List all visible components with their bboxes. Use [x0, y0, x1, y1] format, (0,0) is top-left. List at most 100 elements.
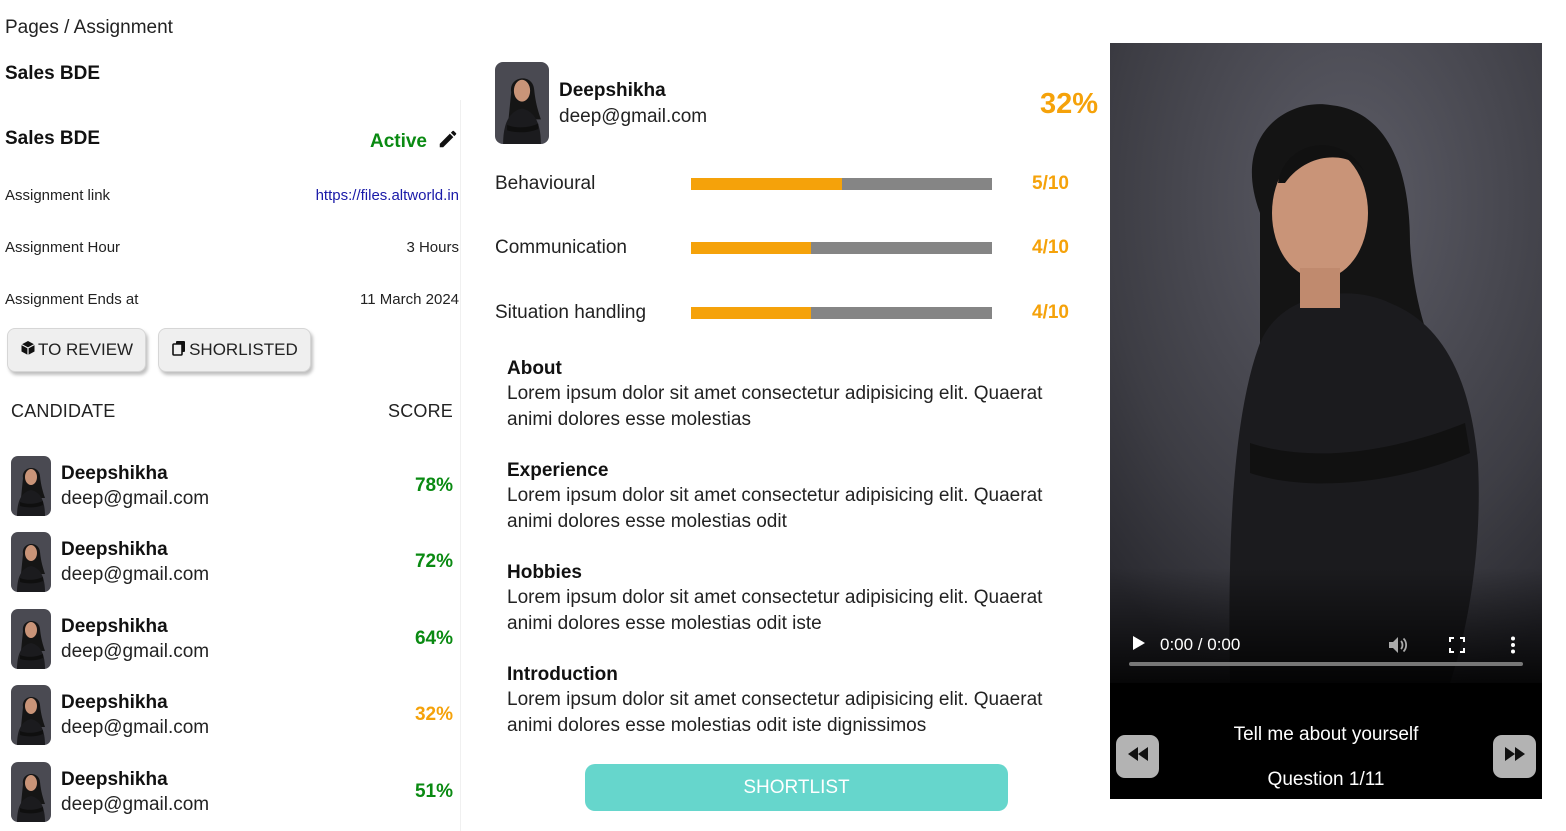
avatar [11, 609, 51, 669]
profile-section: Hobbies Lorem ipsum dolor sit amet consec… [507, 562, 1067, 637]
candidate-list-header: CANDIDATE SCORE [11, 401, 453, 422]
assignment-ends-label: Assignment Ends at [5, 291, 139, 308]
video-controls: 0:00 / 0:00 [1110, 615, 1542, 675]
candidate-email: deep@gmail.com [61, 563, 210, 585]
section-body: Lorem ipsum dolor sit amet consectetur a… [507, 485, 1043, 532]
candidate-name: Deepshikha [61, 462, 168, 484]
candidate-score: 51% [414, 781, 453, 802]
question-text: Tell me about yourself [1233, 724, 1419, 745]
metric-bar [691, 178, 992, 190]
column-candidate: CANDIDATE [11, 401, 116, 421]
play-icon[interactable] [1132, 635, 1146, 656]
status-area: Active [370, 128, 459, 156]
job-title: Sales BDE [5, 128, 101, 149]
metric-bar-fill [691, 178, 842, 190]
profile-score: 32% [1040, 88, 1099, 120]
candidate-email: deep@gmail.com [61, 640, 210, 662]
metric-bar [691, 242, 992, 254]
fast-forward-icon [1504, 746, 1526, 767]
metric-bar-fill [691, 307, 812, 319]
volume-icon[interactable] [1387, 635, 1409, 660]
assignment-link-label: Assignment link [5, 187, 111, 204]
candidate-info: Deepshikha deep@gmail.com [61, 539, 415, 586]
avatar [11, 532, 51, 592]
avatar [11, 685, 51, 745]
assignment-ends-value: 11 March 2024 [360, 291, 459, 308]
tab-to-review-label: TO REVIEW [38, 340, 134, 359]
candidate-score: 64% [414, 628, 453, 649]
candidate-score: 78% [414, 475, 453, 496]
candidate-info: Deepshikha deep@gmail.com [61, 616, 415, 663]
cube-icon [20, 340, 36, 361]
profile-email: deep@gmail.com [559, 106, 708, 127]
metric-bar [691, 307, 992, 319]
candidate-email: deep@gmail.com [61, 487, 210, 509]
candidate-name: Deepshikha [61, 691, 168, 713]
question-counter: Question 1/11 [1267, 769, 1385, 790]
candidate-name: Deepshikha [61, 615, 168, 637]
profile-section: Experience Lorem ipsum dolor sit amet con… [507, 460, 1067, 535]
more-options-icon[interactable] [1510, 636, 1516, 659]
tab-shortlisted[interactable]: SHORLISTED [158, 328, 311, 372]
video-time: 0:00 / 0:00 [1160, 635, 1241, 654]
candidate-row[interactable]: Deepshikha deep@gmail.com 64% [11, 609, 453, 669]
profile-section: Introduction Lorem ipsum dolor sit amet c… [507, 664, 1067, 739]
tab-buttons: TO REVIEW SHORLISTED [7, 328, 311, 372]
pencil-icon[interactable] [437, 128, 459, 156]
candidate-info: Deepshikha deep@gmail.com [61, 463, 415, 510]
metric-label: Communication [495, 237, 627, 258]
candidate-row[interactable]: Deepshikha deep@gmail.com 32% [11, 685, 453, 745]
status-badge: Active [369, 131, 427, 152]
column-score: SCORE [387, 401, 453, 421]
metric-bar-fill [691, 242, 812, 254]
avatar [11, 456, 51, 516]
fullscreen-icon[interactable] [1449, 637, 1465, 658]
candidate-email: deep@gmail.com [61, 716, 210, 738]
candidate-name: Deepshikha [61, 538, 168, 560]
candidate-email: deep@gmail.com [61, 793, 210, 815]
candidate-info: Deepshikha deep@gmail.com [61, 692, 415, 739]
section-heading: Experience [507, 460, 609, 481]
candidate-score: 72% [414, 551, 453, 572]
profile-avatar [495, 62, 549, 144]
section-body: Lorem ipsum dolor sit amet consectetur a… [507, 689, 1043, 736]
metric-value: 4/10 [1032, 302, 1069, 323]
shortlist-button[interactable]: SHORTLIST [585, 764, 1008, 811]
breadcrumb: Pages / Assignment [5, 17, 173, 38]
assignment-ends-row: Assignment Ends at 11 March 2024 [5, 291, 459, 308]
section-body: Lorem ipsum dolor sit amet consectetur a… [507, 383, 1043, 430]
video-progress-bar[interactable] [1129, 662, 1523, 666]
candidate-row[interactable]: Deepshikha deep@gmail.com 78% [11, 456, 453, 516]
candidate-name: Deepshikha [61, 768, 168, 790]
candidate-score: 32% [414, 704, 453, 725]
assignment-hour-label: Assignment Hour [5, 239, 121, 256]
copy-icon [171, 340, 187, 361]
metric-value: 5/10 [1032, 173, 1069, 194]
page-title: Sales BDE [5, 63, 101, 84]
tab-to-review[interactable]: TO REVIEW [7, 328, 147, 372]
metric-label: Behavioural [495, 173, 596, 194]
candidate-row[interactable]: Deepshikha deep@gmail.com 51% [11, 762, 453, 822]
section-heading: Introduction [507, 664, 618, 685]
metric-label: Situation handling [495, 302, 647, 323]
previous-question-button[interactable] [1116, 735, 1159, 778]
column-divider [460, 100, 461, 831]
rewind-icon [1127, 746, 1149, 767]
tab-shortlisted-label: SHORLISTED [189, 340, 298, 359]
video-player[interactable]: 0:00 / 0:00 Tell me about yourself Quest… [1110, 43, 1542, 799]
next-question-button[interactable] [1493, 735, 1536, 778]
section-heading: About [507, 358, 562, 379]
metric-row: Situation handling 4/10 [495, 301, 1075, 325]
avatar [11, 762, 51, 822]
metric-row: Communication 4/10 [495, 236, 1075, 260]
metric-value: 4/10 [1032, 237, 1069, 258]
profile-name: Deepshikha [559, 80, 666, 101]
metric-row: Behavioural 5/10 [495, 172, 1075, 196]
assignment-link-row: Assignment link https://files.altworld.i… [5, 187, 459, 204]
assignment-link[interactable]: https://files.altworld.in [316, 187, 459, 204]
profile-section: About Lorem ipsum dolor sit amet consecte… [507, 358, 1067, 433]
candidate-video-frame [1110, 43, 1542, 683]
candidate-row[interactable]: Deepshikha deep@gmail.com 72% [11, 532, 453, 592]
assignment-hour-value: 3 Hours [406, 239, 459, 256]
assignment-hour-row: Assignment Hour 3 Hours [5, 239, 459, 256]
